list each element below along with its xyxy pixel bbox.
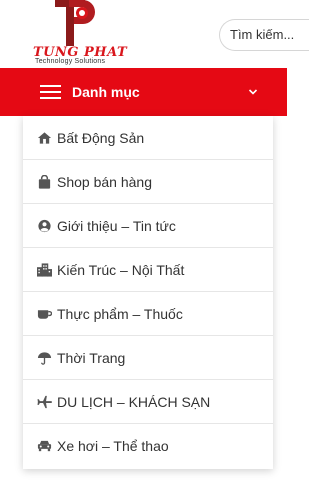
category-item-shop-ban-hang[interactable]: Shop bán hàng: [23, 160, 273, 204]
building-icon: [37, 263, 52, 277]
category-item-label: Giới thiệu – Tin tức: [57, 218, 176, 234]
category-item-bat-dong-san[interactable]: Bất Động Sản: [23, 116, 273, 160]
category-item-label: Bất Động Sản: [57, 130, 145, 146]
category-item-label: Kiến Trúc – Nội Thất: [57, 262, 185, 278]
category-menu-bar[interactable]: Danh mục: [0, 68, 287, 116]
chevron-down-icon[interactable]: [248, 88, 258, 96]
umbrella-icon: [37, 352, 52, 365]
category-item-thoi-trang[interactable]: Thời Trang: [23, 336, 273, 380]
user-circle-icon: [38, 219, 51, 233]
category-item-label: Xe hơi – Thể thao: [57, 438, 169, 454]
brand-tagline: Technology Solutions: [35, 58, 106, 65]
category-item-xe-hoi[interactable]: Xe hơi – Thể thao: [23, 424, 273, 468]
category-item-du-lich[interactable]: DU LỊCH – KHÁCH SẠN: [23, 380, 273, 424]
search-input[interactable]: Tìm kiếm...: [219, 19, 309, 51]
car-icon: [37, 440, 52, 452]
brand-logo[interactable]: TUNG PHAT Technology Solutions: [33, 0, 133, 68]
category-item-kien-truc[interactable]: Kiến Trúc – Nội Thất: [23, 248, 273, 292]
category-item-label: DU LỊCH – KHÁCH SẠN: [57, 394, 211, 410]
logo-mark-icon: [55, 0, 95, 46]
category-item-label: Shop bán hàng: [57, 174, 152, 190]
hamburger-menu-icon[interactable]: [40, 84, 61, 100]
site-header: TUNG PHAT Technology Solutions Tìm kiếm.…: [0, 0, 309, 68]
category-menu-title[interactable]: Danh mục: [72, 68, 140, 116]
coffee-cup-icon: [37, 310, 52, 319]
page: TUNG PHAT Technology Solutions Tìm kiếm.…: [0, 0, 309, 492]
shopping-bag-icon: [38, 175, 51, 189]
category-item-thuc-pham[interactable]: Thực phẩm – Thuốc: [23, 292, 273, 336]
category-item-gioi-thieu[interactable]: Giới thiệu – Tin tức: [23, 204, 273, 248]
house-icon: [37, 132, 52, 144]
category-item-label: Thực phẩm – Thuốc: [57, 306, 183, 322]
category-item-label: Thời Trang: [57, 350, 126, 366]
plane-icon: [37, 395, 52, 409]
category-dropdown: Bất Động Sản Shop bán hàng Giới thiệu – …: [23, 116, 273, 469]
